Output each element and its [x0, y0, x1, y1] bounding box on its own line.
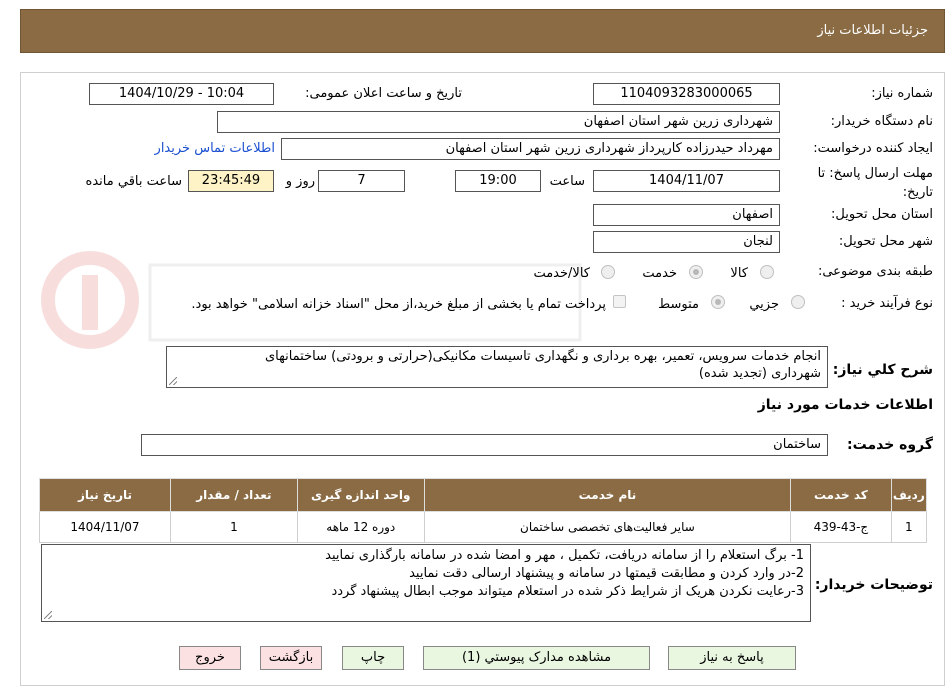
city-label: شهر محل تحویل:	[838, 234, 933, 249]
buyer-note-line-3: 3-رعایت نکردن هریک از شرایط ذکر شده در ا…	[331, 584, 804, 599]
page-title: جزئیات اطلاعات نیاز	[817, 23, 928, 38]
service-group-field: ساختمان	[141, 434, 828, 456]
province-field: اصفهان	[593, 204, 780, 226]
buyer-org-field: شهرداری زرین شهر استان اصفهان	[217, 111, 780, 133]
col-quantity: تعداد / مقدار	[169, 478, 298, 512]
deadline-date-field: 1404/11/07	[593, 170, 780, 192]
announce-label: تاریخ و ساعت اعلان عمومی:	[305, 86, 462, 101]
need-number-field: 1104093283000065	[593, 83, 780, 105]
col-service-code: کد خدمت	[790, 478, 892, 512]
category-option-goods: کالا	[730, 266, 748, 281]
deadline-days-label: روز و	[285, 174, 315, 189]
services-table: رديف کد خدمت نام خدمت واحد اندازه گیری ت…	[39, 478, 928, 543]
deadline-label-line2: تاریخ:	[902, 185, 933, 200]
process-option-minor: جزیي	[749, 297, 779, 312]
province-label: استان محل تحویل:	[831, 207, 933, 222]
description-label: شرح كلي نياز:	[832, 362, 933, 378]
description-line-1: انجام خدمات سرویس، تعمیر، بهره برداری و …	[264, 349, 821, 364]
buyer-notes-label: توضیحات خریدار:	[814, 577, 933, 593]
process-radio-medium[interactable]	[711, 295, 725, 309]
category-radio-goods[interactable]	[760, 265, 774, 279]
process-label: نوع فرآیند خرید :	[841, 296, 933, 311]
services-section-title: اطلاعات خدمات مورد نياز	[757, 397, 933, 413]
cell-quantity: 1	[169, 511, 298, 543]
category-option-goods-service: کالا/خدمت	[533, 266, 590, 281]
remaining-time-label: ساعت باقي مانده	[85, 174, 182, 189]
description-textarea[interactable]: انجام خدمات سرویس، تعمیر، بهره برداری و …	[166, 346, 828, 388]
col-row: رديف	[890, 478, 928, 512]
deadline-label-line1: مهلت ارسال پاسخ: تا	[817, 166, 933, 181]
cell-service-name: سایر فعالیت‌های تخصصی ساختمان	[423, 511, 792, 543]
cell-row: 1	[890, 511, 928, 543]
col-need-date: تاریخ نیاز	[39, 478, 171, 512]
buyer-org-label: نام دستگاه خریدار:	[830, 114, 933, 129]
treasury-payment-checkbox[interactable]	[613, 295, 626, 308]
deadline-time-label: ساعت	[549, 174, 585, 189]
process-radio-minor[interactable]	[791, 295, 805, 309]
buyer-notes-textarea[interactable]: 1- برگ استعلام را از سامانه دریافت، تکمی…	[41, 544, 811, 622]
category-radio-goods-service[interactable]	[601, 265, 615, 279]
buyer-note-line-1: 1- برگ استعلام را از سامانه دریافت، تکمی…	[325, 548, 804, 563]
buyer-note-line-2: 2-در وارد کردن و مطابقت قیمتها در سامانه…	[409, 566, 804, 581]
requester-label: ایجاد کننده درخواست:	[813, 141, 933, 156]
resize-grip-icon[interactable]	[169, 377, 177, 385]
category-radio-service[interactable]	[689, 265, 703, 279]
deadline-time-field: 19:00	[455, 170, 541, 192]
print-button[interactable]: چاپ	[342, 646, 404, 670]
description-line-2: شهرداری (تجدید شده)	[698, 366, 821, 381]
cell-service-code: ج-43-439	[790, 511, 892, 543]
resize-grip-icon[interactable]	[44, 611, 52, 619]
attachments-button[interactable]: مشاهده مدارک پیوستي (1)	[423, 646, 650, 670]
cell-unit: دوره 12 ماهه	[296, 511, 425, 543]
services-table-header: رديف کد خدمت نام خدمت واحد اندازه گیری ت…	[39, 478, 928, 512]
table-row: 1 ج-43-439 سایر فعالیت‌های تخصصی ساختمان…	[39, 511, 928, 543]
back-button[interactable]: بازگشت	[260, 646, 322, 670]
announce-datetime-field: 1404/10/29 - 10:04	[89, 83, 274, 105]
exit-button[interactable]: خروج	[179, 646, 241, 670]
reply-button[interactable]: پاسخ به نیاز	[668, 646, 796, 670]
remaining-time-field: 23:45:49	[188, 170, 274, 192]
buyer-contact-link[interactable]: اطلاعات تماس خریدار	[155, 141, 275, 156]
category-option-service: خدمت	[642, 266, 677, 281]
cell-need-date: 1404/11/07	[39, 511, 171, 543]
requester-field: مهرداد حیدرزاده کارپرداز شهرداری زرین شه…	[281, 138, 780, 160]
col-unit: واحد اندازه گیری	[296, 478, 425, 512]
service-group-label: گروه خدمت:	[847, 437, 933, 453]
city-field: لنجان	[593, 231, 780, 253]
treasury-payment-note: پرداخت تمام یا بخشی از مبلغ خرید،از محل …	[191, 297, 606, 312]
need-number-label: شماره نیاز:	[871, 86, 933, 101]
category-label: طبقه بندی موضوعی:	[817, 264, 933, 279]
col-service-name: نام خدمت	[423, 478, 792, 512]
process-option-medium: متوسط	[658, 297, 699, 312]
deadline-days-field: 7	[318, 170, 405, 192]
page-title-bar: جزئیات اطلاعات نیاز	[20, 9, 945, 53]
